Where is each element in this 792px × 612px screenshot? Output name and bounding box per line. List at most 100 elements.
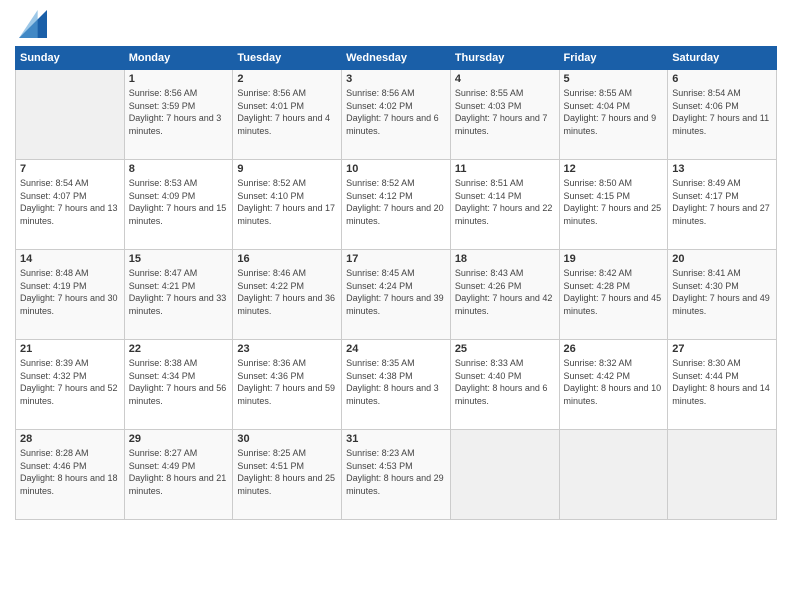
weekday-header-tuesday: Tuesday [233,47,342,70]
day-number: 17 [346,253,446,265]
day-info: Sunrise: 8:38 AMSunset: 4:34 PMDaylight:… [129,357,229,407]
week-row-4: 21 Sunrise: 8:39 AMSunset: 4:32 PMDayligh… [16,340,777,430]
day-number: 4 [455,73,555,85]
day-number: 12 [564,163,664,175]
weekday-header-wednesday: Wednesday [342,47,451,70]
day-cell: 5Sunrise: 8:55 AMSunset: 4:04 PMDaylight… [559,70,668,160]
day-cell: 17 Sunrise: 8:45 AMSunset: 4:24 PMDayligh… [342,250,451,340]
week-row-2: 7 Sunrise: 8:54 AMSunset: 4:07 PMDaylight… [16,160,777,250]
day-info: Sunrise: 8:56 AMSunset: 4:02 PMDaylight:… [346,87,446,137]
day-number: 1 [129,73,229,85]
day-cell: 24 Sunrise: 8:35 AMSunset: 4:38 PMDayligh… [342,340,451,430]
day-cell: 3 Sunrise: 8:56 AMSunset: 4:02 PMDaylight… [342,70,451,160]
day-cell: 10 Sunrise: 8:52 AMSunset: 4:12 PMDayligh… [342,160,451,250]
day-info: Sunrise: 8:50 AMSunset: 4:15 PMDaylight:… [564,177,664,227]
day-info: Sunrise: 8:35 AMSunset: 4:38 PMDaylight:… [346,357,446,407]
day-cell: 16 Sunrise: 8:46 AMSunset: 4:22 PMDayligh… [233,250,342,340]
day-info: Sunrise: 8:45 AMSunset: 4:24 PMDaylight:… [346,267,446,317]
day-info: Sunrise: 8:30 AMSunset: 4:44 PMDaylight:… [672,357,772,407]
logo [15,14,47,38]
day-number: 2 [237,73,337,85]
day-info: Sunrise: 8:46 AMSunset: 4:22 PMDaylight:… [237,267,337,317]
day-cell: 25 Sunrise: 8:33 AMSunset: 4:40 PMDayligh… [450,340,559,430]
day-cell: 13Sunrise: 8:49 AMSunset: 4:17 PMDayligh… [668,160,777,250]
day-info: Sunrise: 8:47 AMSunset: 4:21 PMDaylight:… [129,267,229,317]
day-info: Sunrise: 8:23 AMSunset: 4:53 PMDaylight:… [346,447,446,497]
day-cell: 9 Sunrise: 8:52 AMSunset: 4:10 PMDaylight… [233,160,342,250]
day-cell: 21 Sunrise: 8:39 AMSunset: 4:32 PMDayligh… [16,340,125,430]
day-info: Sunrise: 8:53 AMSunset: 4:09 PMDaylight:… [129,177,229,227]
day-cell [16,70,125,160]
day-number: 18 [455,253,555,265]
day-cell: 4Sunrise: 8:55 AMSunset: 4:03 PMDaylight… [450,70,559,160]
day-number: 14 [20,253,120,265]
day-cell: 7 Sunrise: 8:54 AMSunset: 4:07 PMDaylight… [16,160,125,250]
day-number: 22 [129,343,229,355]
day-cell: 11 Sunrise: 8:51 AMSunset: 4:14 PMDayligh… [450,160,559,250]
day-cell: 8 Sunrise: 8:53 AMSunset: 4:09 PMDaylight… [124,160,233,250]
day-cell: 6 Sunrise: 8:54 AMSunset: 4:06 PMDaylight… [668,70,777,160]
day-info: Sunrise: 8:43 AMSunset: 4:26 PMDaylight:… [455,267,555,317]
day-cell: 20 Sunrise: 8:41 AMSunset: 4:30 PMDayligh… [668,250,777,340]
day-info: Sunrise: 8:42 AMSunset: 4:28 PMDaylight:… [564,267,664,317]
day-info: Sunrise: 8:54 AMSunset: 4:07 PMDaylight:… [20,177,120,227]
day-cell [668,430,777,520]
day-number: 9 [237,163,337,175]
header [15,10,777,38]
day-cell: 14 Sunrise: 8:48 AMSunset: 4:19 PMDayligh… [16,250,125,340]
day-number: 8 [129,163,229,175]
day-number: 24 [346,343,446,355]
week-row-5: 28 Sunrise: 8:28 AMSunset: 4:46 PMDayligh… [16,430,777,520]
day-info: Sunrise: 8:52 AMSunset: 4:10 PMDaylight:… [237,177,337,227]
day-number: 21 [20,343,120,355]
day-cell [450,430,559,520]
day-number: 30 [237,433,337,445]
day-number: 31 [346,433,446,445]
week-row-1: 1 Sunrise: 8:56 AMSunset: 3:59 PMDaylight… [16,70,777,160]
day-info: Sunrise: 8:52 AMSunset: 4:12 PMDaylight:… [346,177,446,227]
day-info: Sunrise: 8:51 AMSunset: 4:14 PMDaylight:… [455,177,555,227]
day-number: 15 [129,253,229,265]
day-info: Sunrise: 8:56 AMSunset: 3:59 PMDaylight:… [129,87,229,137]
calendar-table: SundayMondayTuesdayWednesdayThursdayFrid… [15,46,777,520]
day-cell: 2Sunrise: 8:56 AMSunset: 4:01 PMDaylight… [233,70,342,160]
day-info: Sunrise: 8:25 AMSunset: 4:51 PMDaylight:… [237,447,337,497]
day-info: Sunrise: 8:39 AMSunset: 4:32 PMDaylight:… [20,357,120,407]
day-number: 6 [672,73,772,85]
day-cell [559,430,668,520]
day-number: 29 [129,433,229,445]
day-cell: 30 Sunrise: 8:25 AMSunset: 4:51 PMDayligh… [233,430,342,520]
day-number: 11 [455,163,555,175]
day-info: Sunrise: 8:48 AMSunset: 4:19 PMDaylight:… [20,267,120,317]
day-info: Sunrise: 8:28 AMSunset: 4:46 PMDaylight:… [20,447,120,497]
day-number: 13 [672,163,772,175]
day-info: Sunrise: 8:32 AMSunset: 4:42 PMDaylight:… [564,357,664,407]
weekday-header-saturday: Saturday [668,47,777,70]
day-cell: 19 Sunrise: 8:42 AMSunset: 4:28 PMDayligh… [559,250,668,340]
day-info: Sunrise: 8:41 AMSunset: 4:30 PMDaylight:… [672,267,772,317]
day-cell: 28 Sunrise: 8:28 AMSunset: 4:46 PMDayligh… [16,430,125,520]
day-number: 7 [20,163,120,175]
logo-icon [19,10,47,38]
day-number: 25 [455,343,555,355]
day-number: 3 [346,73,446,85]
day-cell: 12 Sunrise: 8:50 AMSunset: 4:15 PMDayligh… [559,160,668,250]
day-info: Sunrise: 8:54 AMSunset: 4:06 PMDaylight:… [672,87,772,137]
weekday-header-monday: Monday [124,47,233,70]
day-number: 19 [564,253,664,265]
day-number: 28 [20,433,120,445]
day-cell: 18 Sunrise: 8:43 AMSunset: 4:26 PMDayligh… [450,250,559,340]
day-cell: 22 Sunrise: 8:38 AMSunset: 4:34 PMDayligh… [124,340,233,430]
day-info: Sunrise: 8:33 AMSunset: 4:40 PMDaylight:… [455,357,555,407]
day-info: Sunrise: 8:55 AMSunset: 4:04 PMDaylight:… [564,87,664,137]
weekday-header-sunday: Sunday [16,47,125,70]
day-cell: 1 Sunrise: 8:56 AMSunset: 3:59 PMDaylight… [124,70,233,160]
day-cell: 26Sunrise: 8:32 AMSunset: 4:42 PMDayligh… [559,340,668,430]
weekday-header-thursday: Thursday [450,47,559,70]
week-row-3: 14 Sunrise: 8:48 AMSunset: 4:19 PMDayligh… [16,250,777,340]
day-number: 16 [237,253,337,265]
day-number: 10 [346,163,446,175]
day-number: 20 [672,253,772,265]
weekday-header-row: SundayMondayTuesdayWednesdayThursdayFrid… [16,47,777,70]
calendar-page: SundayMondayTuesdayWednesdayThursdayFrid… [0,0,792,612]
